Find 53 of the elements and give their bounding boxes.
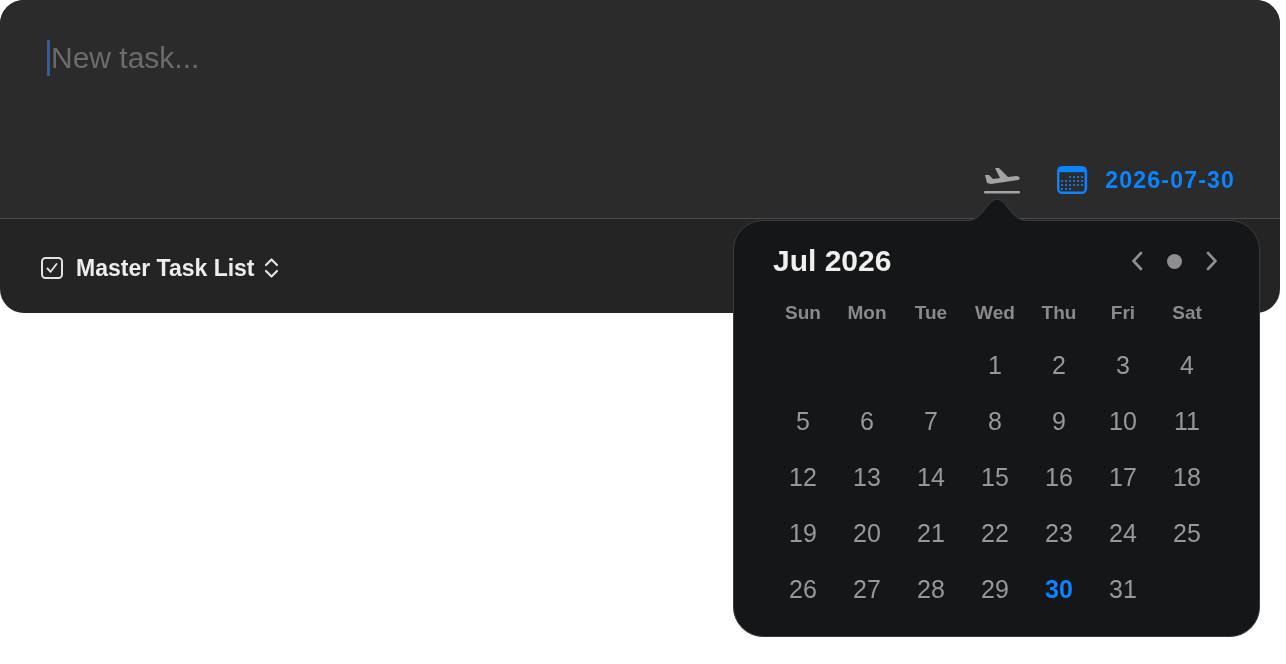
calendar-day[interactable]: 1 bbox=[988, 350, 1002, 380]
calendar-day[interactable]: 15 bbox=[981, 462, 1009, 492]
calendar-icon bbox=[1057, 166, 1088, 194]
calendar-day[interactable]: 6 bbox=[860, 406, 874, 436]
previous-month-button[interactable] bbox=[1131, 251, 1143, 271]
calendar-day[interactable]: 9 bbox=[1052, 406, 1066, 436]
calendar-day[interactable]: 21 bbox=[917, 518, 945, 548]
weekday-label: Sat bbox=[1172, 302, 1202, 324]
calendar-day[interactable]: 3 bbox=[1116, 350, 1130, 380]
calendar-day[interactable]: 2 bbox=[1052, 350, 1066, 380]
checkbox-icon bbox=[41, 257, 63, 279]
calendar-day[interactable]: 28 bbox=[917, 574, 945, 604]
calendar-day[interactable]: 14 bbox=[917, 462, 945, 492]
chevron-left-icon bbox=[1131, 251, 1143, 271]
plane-icon bbox=[983, 166, 1022, 194]
calendar-day[interactable]: 5 bbox=[796, 406, 810, 436]
calendar-day[interactable]: 4 bbox=[1180, 350, 1194, 380]
calendar-day[interactable]: 17 bbox=[1109, 462, 1137, 492]
list-selector-button[interactable]: Master Task List bbox=[41, 254, 279, 282]
calendar-day[interactable]: 20 bbox=[853, 518, 881, 548]
calendar-day[interactable]: 22 bbox=[981, 518, 1009, 548]
weekday-label: Thu bbox=[1041, 302, 1077, 324]
calendar-day[interactable]: 10 bbox=[1109, 406, 1137, 436]
calendar-day[interactable]: 31 bbox=[1109, 574, 1137, 604]
calendar-day[interactable]: 7 bbox=[924, 406, 938, 436]
calendar-day[interactable]: 12 bbox=[789, 462, 817, 492]
calendar-day[interactable]: 23 bbox=[1045, 518, 1073, 548]
calendar-day[interactable]: 19 bbox=[789, 518, 817, 548]
month-title: Jul 2026 bbox=[773, 244, 892, 278]
calendar-day[interactable]: 16 bbox=[1045, 462, 1073, 492]
calendar-day[interactable]: 26 bbox=[789, 574, 817, 604]
dot-icon bbox=[1167, 253, 1182, 269]
calendar-day[interactable]: 27 bbox=[853, 574, 881, 604]
next-month-button[interactable] bbox=[1206, 251, 1218, 271]
calendar-day[interactable]: 13 bbox=[853, 462, 881, 492]
task-input[interactable]: New task... bbox=[50, 40, 651, 76]
calendar-day[interactable]: 25 bbox=[1173, 518, 1201, 548]
weekday-label: Sun bbox=[785, 302, 821, 324]
calendar-day[interactable]: 30 bbox=[1045, 574, 1073, 604]
weekday-label: Mon bbox=[847, 302, 887, 324]
calendar-day[interactable]: 18 bbox=[1173, 462, 1201, 492]
chevron-right-icon bbox=[1206, 251, 1218, 271]
calendar-day[interactable]: 8 bbox=[988, 406, 1002, 436]
chevron-up-down-icon bbox=[263, 257, 279, 279]
calendar-day[interactable]: 11 bbox=[1174, 406, 1200, 436]
plane-button[interactable] bbox=[983, 166, 1022, 194]
calendar-day[interactable]: 29 bbox=[981, 574, 1009, 604]
calendar-day[interactable]: 24 bbox=[1109, 518, 1137, 548]
date-button[interactable]: 2026-07-30 bbox=[1057, 166, 1235, 194]
weekday-label: Tue bbox=[914, 302, 948, 324]
today-button[interactable] bbox=[1167, 253, 1182, 269]
weekday-label: Fri bbox=[1110, 302, 1136, 324]
weekday-label: Wed bbox=[975, 302, 1015, 324]
